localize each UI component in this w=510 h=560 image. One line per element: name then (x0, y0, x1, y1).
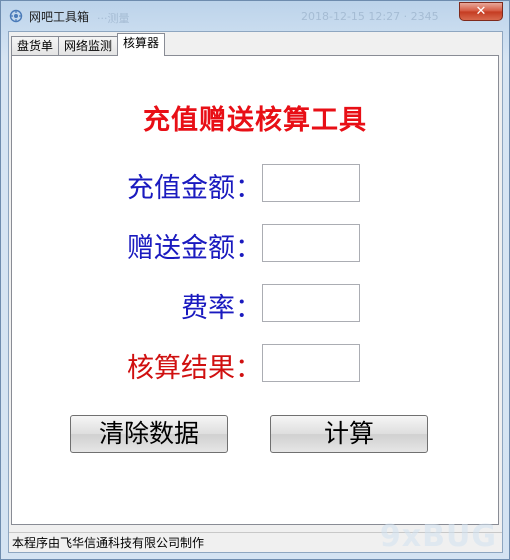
background-time-ghost: 2018-12-15 12:27 · 2345 (301, 10, 439, 23)
title-bar[interactable]: 网吧工具箱 ···测量 2018-12-15 12:27 · 2345 ✕ (1, 1, 509, 31)
bonus-amount-label: 赠送金额： (127, 233, 262, 264)
page-title: 充值赠送核算工具 (143, 105, 367, 136)
result-label: 核算结果： (127, 353, 262, 384)
watermark-logo: 9xBUG (379, 519, 497, 554)
rate-input[interactable] (262, 284, 360, 322)
result-field[interactable] (262, 344, 360, 382)
clear-data-button[interactable]: 清除数据 (70, 415, 228, 453)
rate-label: 费率： (181, 293, 262, 324)
recharge-amount-input[interactable] (262, 164, 360, 202)
tab-inventory[interactable]: 盘货单 (11, 36, 60, 56)
background-title-ghost: ···测量 (97, 12, 130, 25)
close-button[interactable]: ✕ (459, 2, 503, 21)
tab-network-monitor[interactable]: 网络监测 (58, 36, 119, 56)
app-window: 网吧工具箱 ···测量 2018-12-15 12:27 · 2345 ✕ 盘货… (0, 0, 510, 560)
tab-strip: 盘货单 网络监测 核算器 (11, 33, 166, 56)
bonus-amount-input[interactable] (262, 224, 360, 262)
tab-calculator[interactable]: 核算器 (117, 33, 166, 56)
window-title: 网吧工具箱 (29, 10, 90, 24)
close-icon: ✕ (475, 4, 487, 19)
app-icon (9, 9, 23, 23)
calculator-panel: 充值赠送核算工具 充值金额： 赠送金额： 费率： 核算结果： 清除数据 计算 (11, 55, 499, 525)
client-area: 盘货单 网络监测 核算器 充值赠送核算工具 充值金额： 赠送金额： 费率： 核算… (8, 31, 503, 553)
recharge-amount-label: 充值金额： (127, 173, 262, 204)
calculate-button[interactable]: 计算 (270, 415, 428, 453)
